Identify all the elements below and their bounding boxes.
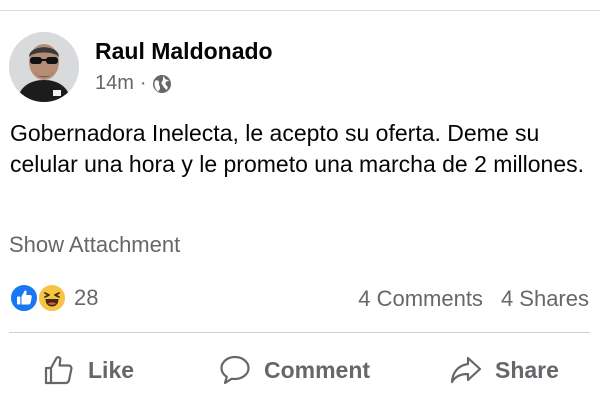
author-name[interactable]: Raul Maldonado: [95, 38, 273, 65]
thumbs-up-icon: [44, 356, 73, 385]
share-label: Share: [495, 356, 559, 383]
reaction-icons: [9, 283, 67, 313]
like-button[interactable]: Like: [42, 351, 134, 389]
comments-count[interactable]: 4 Comments: [358, 286, 483, 312]
actions-divider: [9, 332, 590, 333]
avatar-photo: [9, 32, 79, 102]
shares-count[interactable]: 4 Shares: [501, 286, 589, 312]
show-attachment-link[interactable]: Show Attachment: [9, 232, 180, 258]
comment-label: Comment: [264, 356, 371, 383]
meta-separator: ·: [139, 72, 147, 94]
reaction-count: 28: [74, 285, 99, 310]
comment-button[interactable]: Comment: [218, 351, 370, 389]
avatar[interactable]: [9, 32, 79, 102]
post-time[interactable]: 14m: [95, 72, 134, 95]
post-stats: 4 Comments 4 Shares: [358, 286, 589, 312]
post-meta: 14m ·: [95, 72, 172, 95]
post-text: Gobernadora Inelecta, le acepto su ofert…: [10, 120, 585, 177]
comment-icon: [220, 355, 250, 385]
top-divider: [0, 10, 600, 11]
globe-icon[interactable]: [152, 74, 172, 94]
reactions-summary[interactable]: 28: [9, 283, 98, 313]
like-label: Like: [88, 356, 135, 383]
share-button[interactable]: Share: [449, 351, 559, 389]
haha-reaction-icon: [37, 283, 67, 313]
like-reaction-icon: [9, 283, 39, 313]
share-arrow-icon: [450, 356, 482, 384]
